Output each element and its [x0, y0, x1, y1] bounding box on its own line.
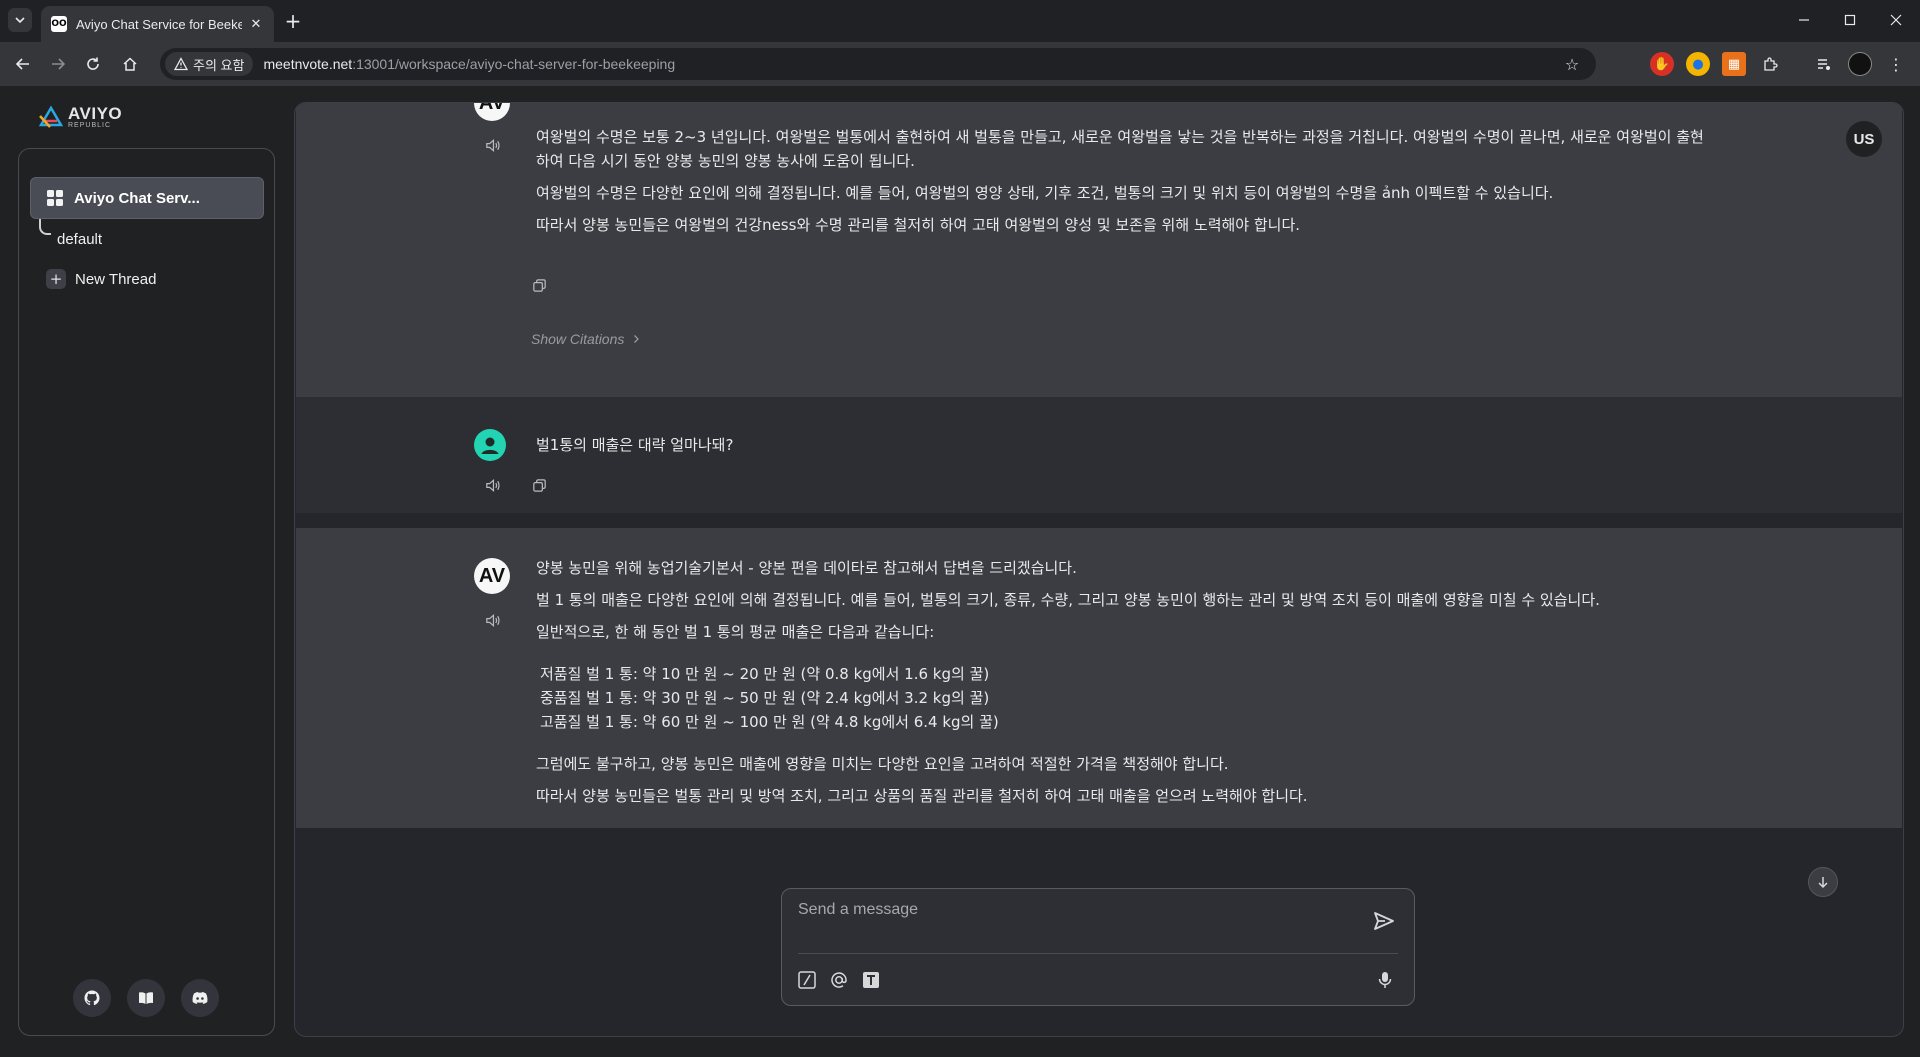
speaker-icon[interactable] [482, 135, 502, 155]
url-host: meetnvote.net [263, 56, 353, 72]
user-badge[interactable]: US [1846, 121, 1882, 157]
copy-icon[interactable] [529, 475, 549, 495]
url-text: meetnvote.net:13001/workspace/aviyo-chat… [263, 56, 675, 72]
list-item: 저품질 벌 1 통: 약 10 만 원 ~ 20 만 원 (약 0.8 kg에서… [540, 665, 990, 683]
security-warning-label: 주의 요함 [193, 57, 245, 73]
scroll-to-bottom-button[interactable] [1808, 867, 1838, 897]
workspace-item[interactable]: Aviyo Chat Serv... [30, 177, 264, 219]
user-message: 벌1통의 매출은 대략 얼마나돼? [296, 397, 1902, 513]
docs-button[interactable] [127, 979, 165, 1017]
message-paragraph: 일반적으로, 한 해 동안 벌 1 통의 평균 매출은 다음과 같습니다: [536, 623, 935, 641]
user-avatar [474, 429, 506, 461]
extensions-puzzle-icon[interactable] [1758, 52, 1782, 76]
arrow-down-icon [1818, 877, 1828, 889]
message-paragraph: 여왕벌의 수명은 보통 2~3 년입니다. 여왕벌은 벌통에서 출현하여 새 벌… [536, 128, 1704, 170]
warning-triangle-icon [174, 57, 188, 71]
message-paragraph: 벌 1 통의 매출은 다양한 요인에 의해 결정됩니다. 예를 들어, 벌통의 … [536, 591, 1600, 609]
maximize-icon[interactable] [1838, 8, 1862, 32]
price-list: 저품질 벌 1 통: 약 10 만 원 ~ 20 만 원 (약 0.8 kg에서… [540, 662, 1716, 734]
bookmark-star-icon[interactable]: ☆ [1560, 52, 1584, 76]
forward-arrow-icon[interactable] [45, 51, 71, 77]
aviyo-logo-icon [38, 105, 64, 129]
new-thread-button[interactable]: + New Thread [46, 268, 156, 290]
chat-panel: AV 여왕벌의 수명은 보통 2~3 년입니다. 여왕벌은 벌통에서 출현하여 … [294, 102, 1904, 1037]
tab-search-button[interactable] [8, 8, 32, 32]
message-input[interactable] [798, 897, 1358, 923]
security-warning-chip[interactable]: 주의 요함 [165, 52, 254, 76]
workspace-grid-icon [47, 190, 63, 206]
home-icon[interactable] [117, 51, 143, 77]
app-logo: AVIYO REPUBLIC [38, 102, 122, 132]
thread-item-default[interactable]: default [57, 231, 102, 248]
chevron-right-icon [634, 335, 640, 343]
show-citations-label: Show Citations [531, 331, 625, 347]
message-paragraph: 따라서 양봉 농민들은 벌통 관리 및 방역 조치, 그리고 상품의 품질 관리… [536, 787, 1308, 805]
browser-menu-icon[interactable]: ⋮ [1884, 52, 1908, 76]
browser-tab[interactable]: OO Aviyo Chat Service for Beekeeping ✕ [41, 6, 274, 42]
extension-color-icon[interactable]: ● [1686, 52, 1710, 76]
sidebar: Aviyo Chat Serv... default + New Thread [18, 148, 275, 1036]
discord-icon [192, 992, 208, 1004]
github-icon [84, 990, 100, 1006]
mention-at-icon[interactable] [828, 969, 850, 991]
show-citations-button[interactable]: Show Citations [531, 331, 641, 347]
assistant-message: AV 양봉 농민을 위해 농업기술기본서 - 양본 편을 데이타로 참고해서 답… [296, 528, 1902, 828]
reload-icon[interactable] [80, 51, 106, 77]
discord-button[interactable] [181, 979, 219, 1017]
message-paragraph: 그럼에도 불구하고, 양봉 농민은 매출에 영향을 미치는 다양한 요인을 고려… [536, 755, 1229, 773]
assistant-avatar-text: AV [478, 102, 506, 114]
message-paragraph: 양봉 농민을 위해 농업기술기본서 - 양본 편을 데이타로 참고해서 답변을 … [536, 559, 1077, 577]
close-window-icon[interactable] [1884, 8, 1908, 32]
assistant-avatar: AV [474, 558, 510, 594]
thread-connector [39, 219, 51, 235]
message-paragraph: 따라서 양봉 농민들은 여왕벌의 건강ness와 수명 관리를 철저히 하여 고… [536, 216, 1301, 234]
slash-command-icon[interactable] [796, 969, 818, 991]
address-bar[interactable]: 주의 요함 meetnvote.net:13001/workspace/aviy… [160, 48, 1596, 80]
user-avatar-icon [481, 437, 499, 454]
profile-avatar-icon[interactable] [1848, 52, 1872, 76]
book-icon [139, 992, 153, 1004]
chevron-down-icon [15, 17, 25, 24]
new-tab-button[interactable]: + [282, 9, 304, 33]
text-format-icon[interactable] [860, 969, 882, 991]
speaker-icon[interactable] [482, 610, 502, 630]
app-root: AVIYO REPUBLIC Aviyo Chat Serv... defaul… [0, 86, 1920, 1057]
close-tab-icon[interactable]: ✕ [248, 16, 264, 32]
send-button[interactable] [1370, 907, 1398, 935]
extension-grid-icon[interactable]: ▦ [1722, 52, 1746, 76]
assistant-message-text: 여왕벌의 수명은 보통 2~3 년입니다. 여왕벌은 벌통에서 출현하여 새 벌… [536, 125, 1716, 245]
microphone-icon[interactable] [1374, 969, 1396, 991]
composer-divider [798, 953, 1398, 954]
message-paragraph: 여왕벌의 수명은 다양한 요인에 의해 결정됩니다. 예를 들어, 여왕벌의 영… [536, 184, 1554, 202]
message-composer [781, 888, 1415, 1006]
assistant-message-text: 양봉 농민을 위해 농업기술기본서 - 양본 편을 데이타로 참고해서 답변을 … [536, 556, 1716, 816]
user-message-text: 벌1통의 매출은 대략 얼마나돼? [536, 436, 734, 454]
list-item: 중품질 벌 1 통: 약 30 만 원 ~ 50 만 원 (약 2.4 kg에서… [540, 689, 990, 707]
media-playlist-icon[interactable] [1812, 52, 1836, 76]
url-path: :13001/workspace/aviyo-chat-server-for-b… [352, 56, 676, 72]
tab-title: Aviyo Chat Service for Beekeeping [76, 16, 242, 32]
speaker-icon[interactable] [482, 475, 502, 495]
browser-tab-strip: OO Aviyo Chat Service for Beekeeping ✕ + [0, 0, 1920, 42]
minimize-icon[interactable] [1792, 8, 1816, 32]
back-arrow-icon[interactable] [10, 51, 36, 77]
send-icon [1374, 912, 1394, 930]
assistant-avatar: AV [474, 102, 510, 121]
logo-subtitle: REPUBLIC [68, 122, 112, 129]
browser-toolbar: 주의 요함 meetnvote.net:13001/workspace/aviy… [0, 42, 1920, 86]
plus-icon: + [46, 269, 66, 289]
extension-hand-icon[interactable]: ✋ [1650, 52, 1674, 76]
assistant-message: AV 여왕벌의 수명은 보통 2~3 년입니다. 여왕벌은 벌통에서 출현하여 … [296, 103, 1902, 397]
assistant-avatar-text: AV [478, 565, 506, 587]
tab-favicon-icon: OO [51, 16, 67, 32]
workspace-label: Aviyo Chat Serv... [74, 189, 200, 207]
list-item: 고품질 벌 1 통: 약 60 만 원 ~ 100 만 원 (약 4.8 kg에… [540, 713, 999, 731]
logo-name: AVIYO [68, 104, 123, 123]
github-button[interactable] [73, 979, 111, 1017]
new-thread-label: New Thread [75, 270, 157, 288]
copy-icon[interactable] [529, 275, 549, 295]
